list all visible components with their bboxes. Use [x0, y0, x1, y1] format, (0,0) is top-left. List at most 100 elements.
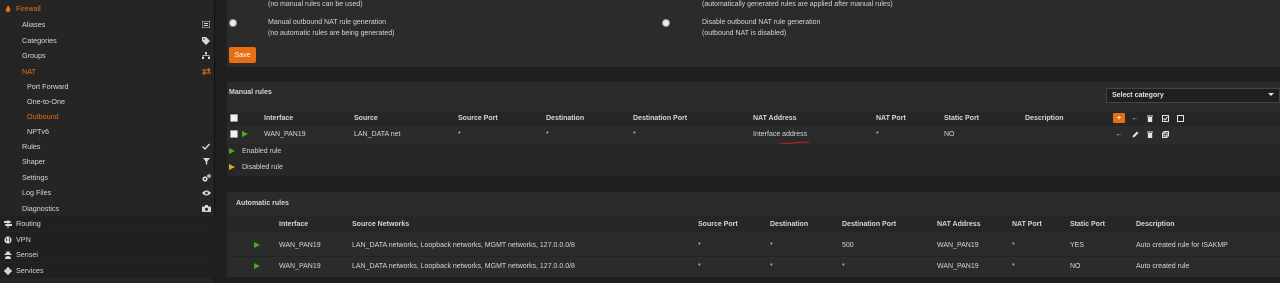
globe-icon: [4, 235, 12, 244]
col-header-destination: Destination: [546, 115, 585, 122]
sidebar-item-label: NAT: [22, 67, 36, 76]
manual-rules-panel: Manual rules Select category Interface S…: [227, 82, 1280, 176]
cell-source-port: *: [458, 131, 461, 138]
delete-button[interactable]: [1144, 129, 1156, 139]
sidebar-item-vpn[interactable]: VPN: [0, 232, 215, 247]
automatic-rules-panel: Automatic rules Interface Source Network…: [227, 192, 1280, 277]
select-all-checkbox[interactable]: [230, 114, 238, 122]
col-header-destination-port: Destination Port: [633, 115, 688, 122]
cell-nat-port: *: [1012, 242, 1015, 249]
sidebar-item-nat[interactable]: NAT: [0, 64, 215, 79]
mode-manual-note: (no automatic rules are being generated): [268, 30, 395, 37]
sidebar-item-port-forward[interactable]: Port Forward: [0, 79, 215, 94]
sidebar-item-label: Routing: [16, 219, 41, 228]
col-header-description: Description: [1136, 221, 1175, 228]
sidebar-item-outbound[interactable]: Outbound: [0, 109, 215, 124]
move-before-button[interactable]: ←: [1113, 129, 1125, 139]
col-header-interface: Interface: [279, 221, 309, 228]
col-header-nat-address: NAT Address: [937, 221, 981, 228]
mode-manual-label: Manual outbound NAT rule generation: [268, 19, 387, 26]
col-header-source-networks: Source Networks: [352, 221, 410, 228]
tags-icon: [201, 36, 211, 46]
mode-manual-radio[interactable]: [229, 19, 237, 27]
mode-option-automatic-note: (no manual rules can be used): [268, 1, 363, 8]
category-select-value: Select category: [1112, 92, 1164, 99]
filter-icon: [201, 157, 211, 167]
save-button[interactable]: Save: [229, 47, 256, 63]
col-header-nat-port: NAT Port: [1012, 221, 1042, 228]
cell-nat-address: WAN_PAN19: [937, 263, 979, 270]
enabled-play-icon: [254, 263, 260, 269]
move-arrow-button[interactable]: ←: [1129, 113, 1141, 123]
sidebar-item-nptv6[interactable]: NPTv6: [0, 124, 215, 139]
sidebar-item-aliases[interactable]: Aliases: [0, 17, 215, 32]
cell-description: Auto created rule for ISAKMP: [1136, 242, 1228, 249]
cell-interface: WAN_PAN19: [279, 263, 321, 270]
pencil-icon: [1132, 131, 1138, 137]
disable-selected-button[interactable]: [1174, 113, 1186, 123]
automatic-rules-title: Automatic rules: [236, 200, 289, 207]
sidebar-item-label: Firewall: [16, 4, 41, 13]
cogs-icon: [201, 173, 211, 183]
col-header-source: Source: [354, 115, 378, 122]
sidebar-item-log-files[interactable]: Log Files: [0, 185, 215, 200]
cell-nat-address: WAN_PAN19: [937, 242, 979, 249]
disabled-play-icon: [229, 164, 235, 170]
sidebar-item-categories[interactable]: Categories: [0, 33, 215, 48]
sidebar-item-one-to-one[interactable]: One-to-One: [0, 94, 215, 109]
sidebar-item-label: Categories: [22, 36, 57, 45]
mode-disable-radio[interactable]: [662, 19, 670, 27]
manual-table-header: Interface Source Source Port Destination…: [227, 111, 1280, 126]
sidebar-item-label: Groups: [22, 51, 46, 60]
col-header-destination-port: Destination Port: [842, 221, 897, 228]
table-row[interactable]: WAN_PAN19 LAN_DATA networks, Loopback ne…: [227, 256, 1280, 276]
enable-selected-button[interactable]: [1159, 113, 1171, 123]
trash-icon: [1147, 131, 1153, 138]
sitemap-icon: [201, 51, 211, 61]
legend-enabled-row: Enabled rule: [227, 144, 1280, 160]
exchange-icon: [201, 67, 211, 77]
delete-selected-button[interactable]: [1144, 113, 1156, 123]
col-header-source-port: Source Port: [698, 221, 738, 228]
sidebar-item-shaper[interactable]: Shaper: [0, 154, 215, 169]
outbound-mode-panel: (no manual rules can be used) (automatic…: [227, 0, 1280, 67]
col-header-static-port: Static Port: [944, 115, 980, 122]
sidebar-item-label: VPN: [16, 235, 31, 244]
category-select[interactable]: Select category: [1106, 88, 1280, 103]
col-header-interface: Interface: [264, 115, 294, 122]
sidebar-item-label: Shaper: [22, 157, 46, 166]
sidebar-item-settings[interactable]: Settings: [0, 170, 215, 185]
sidebar-item-rules[interactable]: Rules: [0, 139, 215, 154]
col-header-destination: Destination: [770, 221, 809, 228]
sidebar-item-label: Port Forward: [27, 82, 69, 91]
sidebar-item-groups[interactable]: Groups: [0, 48, 215, 63]
sidebar-item-label: Aliases: [22, 20, 46, 29]
signpost-icon: [4, 219, 12, 228]
sidebar-item-diagnostics[interactable]: Diagnostics: [0, 201, 215, 216]
sidebar-item-firewall[interactable]: Firewall: [0, 1, 215, 16]
sidebar-item-services[interactable]: Services: [0, 263, 215, 278]
table-row[interactable]: WAN_PAN19 LAN_DATA net * * * Interface a…: [227, 126, 1280, 146]
row-checkbox[interactable]: [230, 130, 238, 138]
enabled-play-icon[interactable]: [242, 131, 248, 137]
cell-source-port: *: [698, 242, 701, 249]
cell-static-port: NO: [1070, 263, 1081, 270]
sidebar-item-label: Settings: [22, 173, 48, 182]
col-header-nat-address: NAT Address: [753, 115, 797, 122]
mode-option-hybrid-note: (automatically generated rules are appli…: [702, 1, 893, 8]
sidebar: Firewall Aliases Categories Groups NAT P…: [0, 0, 215, 283]
cell-description: Auto created rule: [1136, 263, 1190, 270]
cell-destination: *: [546, 131, 549, 138]
square-icon: [1176, 114, 1184, 122]
edit-button[interactable]: [1129, 129, 1141, 139]
cell-interface: WAN_PAN19: [279, 242, 321, 249]
mode-disable-label: Disable outbound NAT rule generation: [702, 19, 821, 26]
cell-nat-address: Interface address: [753, 131, 808, 138]
cell-source-port: *: [698, 263, 701, 270]
sidebar-item-sensei[interactable]: Sensei: [0, 247, 215, 262]
table-row[interactable]: WAN_PAN19 LAN_DATA networks, Loopback ne…: [227, 235, 1280, 255]
sidebar-item-routing[interactable]: Routing: [0, 216, 215, 231]
cell-source-networks: LAN_DATA networks, Loopback networks, MG…: [352, 242, 575, 249]
clone-button[interactable]: [1159, 129, 1171, 139]
add-rule-button[interactable]: +: [1113, 113, 1125, 123]
